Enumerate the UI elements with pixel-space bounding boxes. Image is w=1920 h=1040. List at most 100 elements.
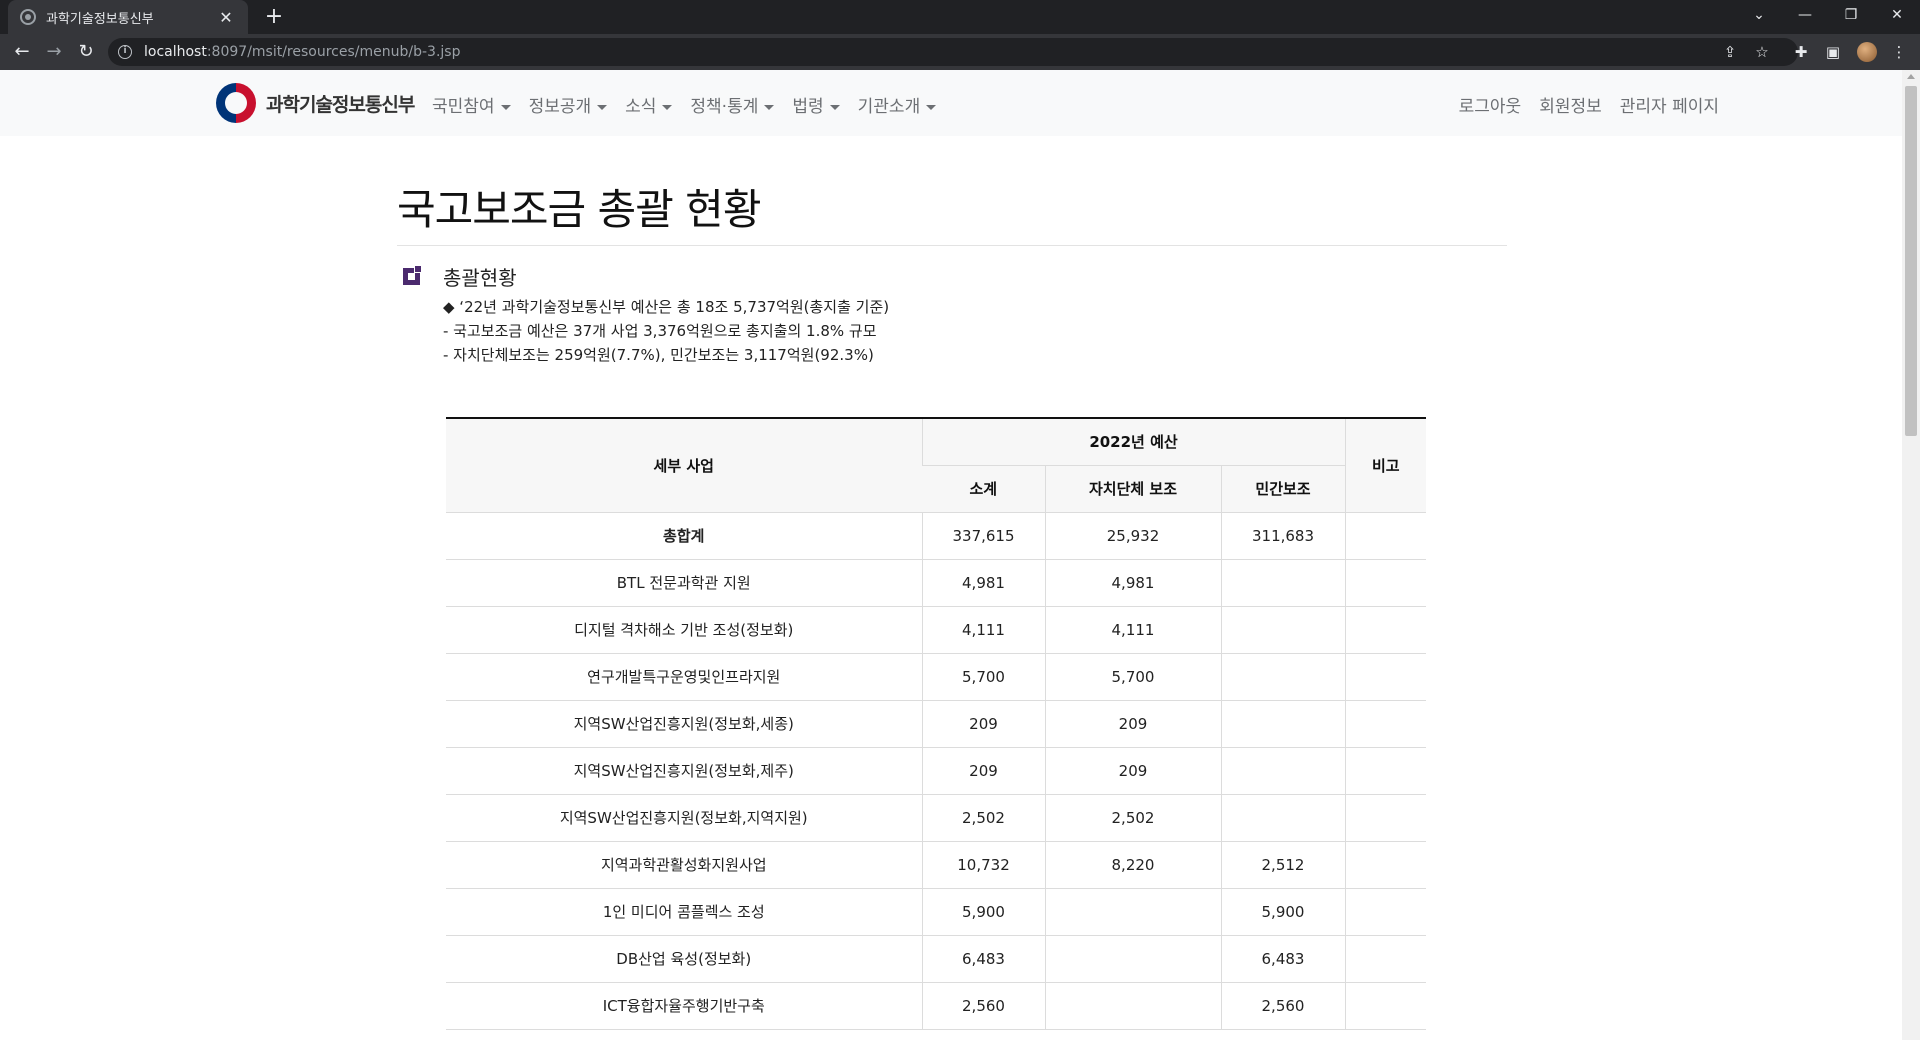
table-row: 1인 미디어 콤플렉스 조성 5,900 5,900 — [446, 888, 1426, 936]
member-info-link[interactable]: 회원정보 — [1539, 92, 1602, 117]
cell-subtotal: 4,981 — [921, 559, 1045, 607]
cell-local — [1044, 935, 1221, 983]
admin-page-link[interactable]: 관리자 페이지 — [1620, 92, 1719, 117]
cell-note — [1344, 512, 1426, 560]
cell-private — [1220, 653, 1345, 701]
cell-note — [1344, 982, 1426, 1030]
menu-label: 정책·통계 — [690, 97, 759, 117]
title-divider — [397, 245, 1507, 246]
cell-subtotal: 5,700 — [921, 653, 1045, 701]
cell-subtotal: 5,900 — [921, 888, 1045, 936]
cell-subtotal: 4,111 — [921, 606, 1045, 654]
cell-subtotal: 10,732 — [921, 841, 1045, 889]
page-scrollbar[interactable] — [1902, 70, 1920, 1040]
forward-arrow-icon[interactable]: → — [40, 38, 68, 66]
table-row: ICT융합자율주행기반구축 2,560 2,560 — [446, 982, 1426, 1030]
browser-toolbar: ← → ↻ i localhost:8097/msit/resources/me… — [0, 34, 1920, 70]
address-bar[interactable]: i localhost:8097/msit/resources/menub/b-… — [108, 38, 1798, 66]
header-project: 세부 사업 — [446, 418, 922, 513]
extensions-icon[interactable]: ✚ — [1791, 42, 1811, 62]
header-private: 민간보조 — [1220, 465, 1345, 513]
reload-icon[interactable]: ↻ — [72, 38, 100, 66]
bookmark-star-icon[interactable]: ☆ — [1752, 42, 1772, 62]
logout-link[interactable]: 로그아웃 — [1459, 92, 1522, 117]
tab-title: 과학기술정보통신부 — [46, 11, 154, 27]
menu-label: 소식 — [625, 97, 657, 117]
header-budget-year: 2022년 예산 — [921, 418, 1345, 466]
cell-note — [1344, 559, 1426, 607]
menu-item-participation[interactable]: 국민참여 — [432, 92, 511, 117]
close-window-button[interactable]: ✕ — [1874, 0, 1920, 34]
cell-note — [1344, 841, 1426, 889]
cell-subtotal: 2,502 — [921, 794, 1045, 842]
cell-private — [1220, 794, 1345, 842]
minimize-button[interactable]: — — [1782, 0, 1828, 34]
cell-private: 2,560 — [1220, 982, 1345, 1030]
menu-item-policy-stats[interactable]: 정책·통계 — [690, 92, 775, 117]
cell-local — [1044, 982, 1221, 1030]
browser-tab[interactable]: 과학기술정보통신부 ✕ — [8, 0, 248, 34]
cell-local — [1044, 888, 1221, 936]
scroll-up-arrow-icon[interactable] — [1907, 74, 1915, 79]
new-tab-button[interactable]: + — [260, 4, 288, 32]
cell-private: 6,483 — [1220, 935, 1345, 983]
table-row: 지역과학관활성화지원사업 10,732 8,220 2,512 — [446, 841, 1426, 889]
tab-search-icon[interactable]: ⌄ — [1736, 0, 1782, 34]
site-logo[interactable]: 과학기술정보통신부 — [216, 83, 415, 123]
restore-button[interactable]: ❐ — [1828, 0, 1874, 34]
cell-subtotal: 2,560 — [921, 982, 1045, 1030]
cell-private — [1220, 559, 1345, 607]
cell-project: ICT융합자율주행기반구축 — [446, 982, 922, 1030]
cell-private: 2,512 — [1220, 841, 1345, 889]
cell-subtotal: 6,483 — [921, 935, 1045, 983]
cell-project: 지역SW산업진흥지원(정보화,세종) — [446, 700, 922, 748]
table-row: 지역SW산업진흥지원(정보화,제주) 209 209 — [446, 747, 1426, 795]
logo-text: 과학기술정보통신부 — [266, 93, 415, 116]
back-arrow-icon[interactable]: ← — [8, 38, 36, 66]
caret-down-icon — [597, 104, 608, 110]
url-path: :8097/msit/resources/menub/b-3.jsp — [206, 44, 461, 60]
cell-note — [1344, 747, 1426, 795]
account-links: 로그아웃 회원정보 관리자 페이지 — [1441, 92, 1719, 117]
close-tab-icon[interactable]: ✕ — [216, 8, 236, 27]
menu-item-news[interactable]: 소식 — [625, 92, 673, 117]
caret-down-icon — [500, 104, 511, 110]
header-subtotal: 소계 — [922, 465, 1045, 513]
table-row: DB산업 육성(정보화) 6,483 6,483 — [446, 935, 1426, 983]
caret-down-icon — [764, 104, 775, 110]
cell-note — [1344, 653, 1426, 701]
menu-label: 국민참여 — [432, 97, 495, 117]
cell-local: 25,932 — [1044, 512, 1221, 560]
menu-item-info-disclosure[interactable]: 정보공개 — [529, 92, 608, 117]
table-row: 지역SW산업진흥지원(정보화,세종) 209 209 — [446, 700, 1426, 748]
url-host: localhost — [144, 44, 207, 60]
menu-label: 법령 — [792, 97, 824, 117]
scrollbar-thumb[interactable] — [1905, 86, 1917, 436]
cell-project: 디지털 격차해소 기반 조성(정보화) — [446, 606, 922, 654]
cell-local: 2,502 — [1044, 794, 1221, 842]
menu-item-about[interactable]: 기관소개 — [858, 92, 937, 117]
globe-icon — [20, 9, 36, 25]
cell-local: 4,111 — [1044, 606, 1221, 654]
info-icon[interactable]: i — [118, 45, 132, 59]
taegeuk-logo-icon — [216, 83, 256, 123]
cell-private — [1220, 606, 1345, 654]
caret-down-icon — [662, 104, 673, 110]
more-menu-icon[interactable]: ⋮ — [1889, 42, 1909, 62]
summary-text: ◆ ‘22년 과학기술정보통신부 예산은 총 18조 5,737억원(총지출 기… — [443, 295, 889, 367]
cell-private — [1220, 747, 1345, 795]
cell-note — [1344, 794, 1426, 842]
cell-private: 5,900 — [1220, 888, 1345, 936]
subsidy-table: 세부 사업 2022년 예산 비고 소계 자치단체 보조 민간보조 총합계 33… — [446, 417, 1426, 1030]
header-remarks: 비고 — [1344, 418, 1426, 513]
browser-tab-bar: 과학기술정보통신부 ✕ + ⌄ — ❐ ✕ — [0, 0, 1920, 34]
side-panel-icon[interactable]: ▣ — [1823, 42, 1843, 62]
cell-note — [1344, 888, 1426, 936]
menu-item-laws[interactable]: 법령 — [792, 92, 840, 117]
share-icon[interactable]: ⇪ — [1720, 42, 1740, 62]
section-bullet-icon — [403, 265, 422, 285]
profile-avatar[interactable] — [1857, 42, 1877, 62]
table-row-total: 총합계 337,615 25,932 311,683 — [446, 512, 1426, 560]
main-menu: 국민참여 정보공개 소식 정책·통계 법령 기관소개 — [432, 92, 954, 117]
cell-private — [1220, 700, 1345, 748]
